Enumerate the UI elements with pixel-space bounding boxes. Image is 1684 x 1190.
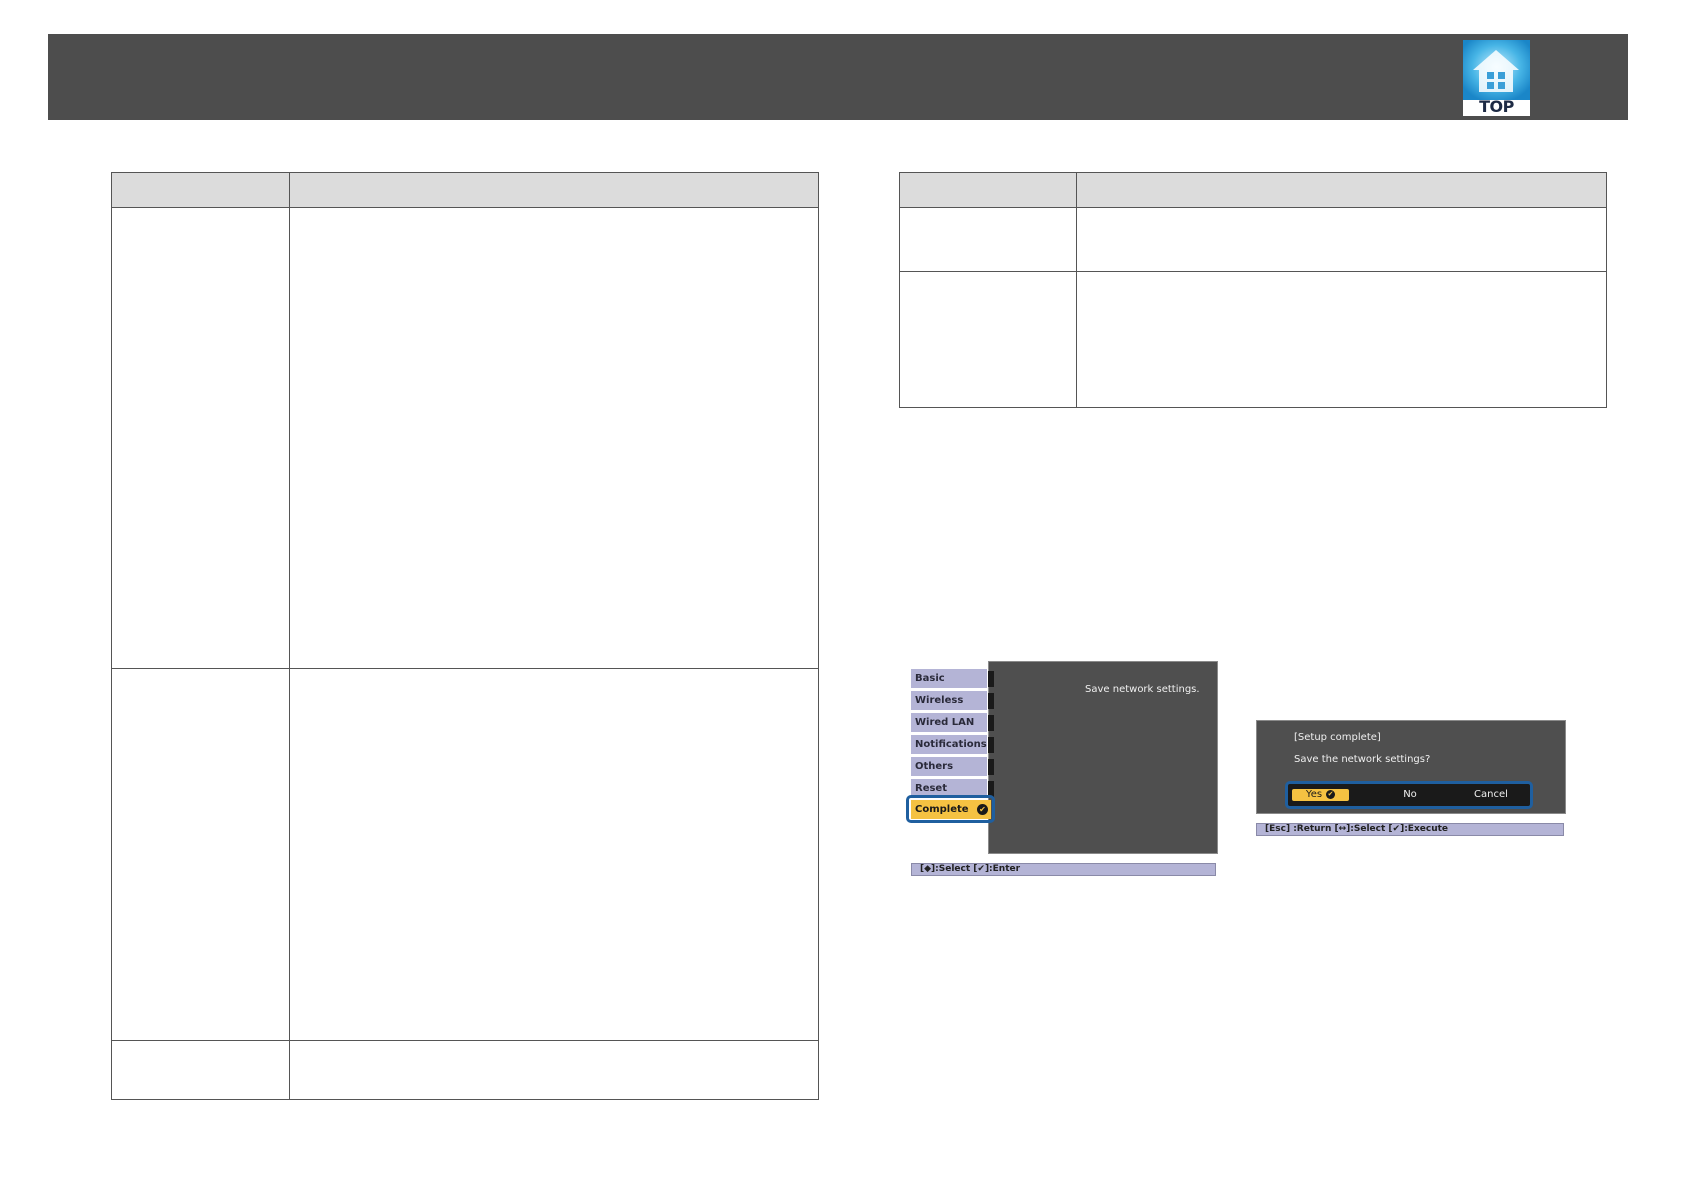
menu-item-basic[interactable]: Basic (911, 669, 994, 688)
table-cell (289, 1040, 819, 1100)
dialog-title: [Setup complete] (1294, 732, 1381, 743)
menu-panel: Save network settings. (988, 661, 1218, 854)
table-cell (111, 1040, 290, 1100)
setup-complete-screenshot: [Setup complete] Save the network settin… (1256, 720, 1566, 840)
menu-message: Save network settings. (1085, 684, 1200, 695)
table-row (111, 207, 819, 669)
table-cell (899, 207, 1077, 272)
top-button[interactable]: TOP (1463, 40, 1530, 116)
menu-help-bar: [◆]:Select [✔]:Enter (911, 863, 1216, 876)
table-cell (289, 207, 819, 669)
parameter-table-right (899, 172, 1607, 408)
menu-item-others[interactable]: Others (911, 757, 994, 776)
table-cell (1076, 207, 1607, 272)
menu-item-notifications[interactable]: Notifications (911, 735, 994, 754)
menu-item-wired-lan[interactable]: Wired LAN (911, 713, 994, 732)
yes-button[interactable]: Yes ✔ (1292, 789, 1349, 801)
table-header-cell (289, 172, 819, 208)
parameter-table-left (111, 172, 819, 1100)
home-icon (1463, 40, 1530, 100)
dialog-button-group: Yes ✔ No Cancel (1285, 781, 1533, 809)
menu-item-label: Complete (915, 804, 969, 815)
network-settings-screenshot: Save network settings. Basic Wireless LA… (906, 660, 1218, 880)
table-row (899, 207, 1607, 272)
table-cell (111, 668, 290, 1041)
table-cell (1076, 271, 1607, 408)
enter-icon: ✔ (977, 804, 988, 815)
table-cell (289, 668, 819, 1041)
no-button[interactable]: No (1384, 789, 1436, 801)
table-row (899, 271, 1607, 408)
table-cell (899, 271, 1077, 408)
confirm-dialog: [Setup complete] Save the network settin… (1256, 720, 1566, 814)
cancel-button[interactable]: Cancel (1461, 789, 1521, 801)
dialog-help-bar: [Esc] :Return [↔]:Select [✔]:Execute (1256, 823, 1564, 836)
enter-icon: ✔ (1326, 789, 1336, 799)
table-cell (111, 207, 290, 669)
table-row (111, 1040, 819, 1100)
table-header-cell (111, 172, 290, 208)
top-button-label: TOP (1479, 97, 1514, 116)
table-header-cell (1076, 172, 1607, 208)
dialog-question: Save the network settings? (1294, 754, 1431, 765)
table-row (111, 668, 819, 1041)
menu-item-complete[interactable]: Complete ✔ (911, 800, 991, 819)
yes-button-label: Yes (1305, 789, 1323, 800)
table-header-cell (899, 172, 1077, 208)
header-bar (48, 34, 1628, 120)
menu-item-wireless-lan[interactable]: Wireless LAN (911, 691, 994, 725)
